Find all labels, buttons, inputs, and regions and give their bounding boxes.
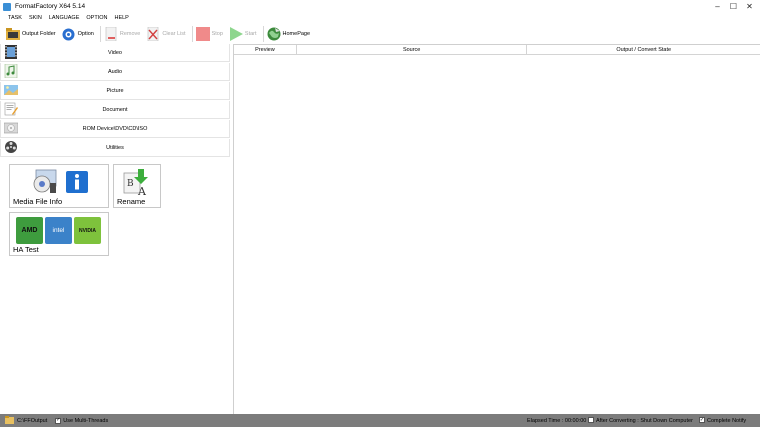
rename-icon: BA	[122, 167, 152, 199]
ha-test-tile[interactable]: AMD intel NVIDIA HA Test	[9, 212, 109, 256]
intel-logo-text: intel	[52, 227, 65, 234]
ha-test-label: HA Test	[13, 245, 39, 254]
category-audio[interactable]: Audio	[0, 63, 230, 81]
info-icon	[66, 171, 88, 195]
category-utilities[interactable]: Utilities	[0, 139, 230, 157]
column-output-state[interactable]: Output / Convert State	[527, 45, 760, 54]
title-bar: FormatFactory X64 5.14	[0, 0, 760, 13]
category-label: Utilities	[106, 144, 124, 151]
homepage-label: HomePage	[282, 31, 311, 37]
menu-task[interactable]: TASK	[8, 15, 22, 21]
media-player-icon	[30, 169, 58, 197]
svg-text:A: A	[137, 185, 147, 197]
amd-logo-text: AMD	[21, 227, 38, 234]
start-button[interactable]: Start	[229, 25, 257, 43]
toolbar-separator	[191, 26, 193, 42]
utilities-reel-icon	[4, 140, 18, 154]
menu-help[interactable]: HELP	[114, 15, 128, 21]
remove-button[interactable]: Remove	[104, 25, 140, 43]
close-button[interactable]: ✕	[742, 0, 757, 13]
nvidia-logo-icon: NVIDIA	[74, 217, 101, 244]
toolbar-separator	[99, 26, 101, 42]
media-file-info-label: Media File Info	[13, 197, 63, 206]
toolbar: Output Folder Option Remove Clear List S…	[0, 24, 760, 44]
category-video[interactable]: Video	[0, 44, 230, 62]
task-list-panel[interactable]: Preview Source Output / Convert State	[233, 44, 760, 414]
after-converting-label: After Converting : Shut Down Computer	[596, 417, 693, 424]
rename-tile[interactable]: BA Rename	[113, 164, 161, 208]
task-list-header: Preview Source Output / Convert State	[234, 45, 760, 55]
stop-label: Stop	[211, 31, 223, 37]
document-icon	[4, 102, 18, 116]
category-label: Audio	[107, 68, 123, 75]
app-icon	[3, 2, 11, 11]
picture-icon	[4, 83, 18, 97]
svg-text:B: B	[127, 179, 134, 189]
use-multi-threads-label: Use Multi-Threads	[63, 417, 109, 424]
category-label: ROM Device\DVD\CD\ISO	[82, 125, 148, 132]
category-rom-device[interactable]: ROM Device\DVD\CD\ISO	[0, 120, 230, 138]
start-icon	[229, 27, 243, 41]
stop-button[interactable]: Stop	[195, 25, 223, 43]
left-panel: Video Audio Picture Document ROM Device\…	[0, 44, 230, 414]
menu-option[interactable]: OPTION	[86, 15, 107, 21]
remove-label: Remove	[119, 31, 141, 37]
option-icon	[62, 27, 76, 41]
option-label: Option	[77, 31, 94, 37]
menu-skin[interactable]: SKIN	[29, 15, 42, 21]
complete-notify-checkbox[interactable]: ✓	[699, 417, 705, 423]
globe-icon	[267, 27, 281, 41]
category-label: Video	[108, 49, 122, 56]
category-label: Picture	[106, 87, 124, 94]
clear-list-icon	[146, 27, 160, 41]
folder-small-icon	[5, 415, 14, 426]
option-button[interactable]: Option	[62, 25, 94, 43]
toolbar-separator	[262, 26, 264, 42]
remove-icon	[104, 27, 118, 41]
music-note-icon	[4, 63, 18, 79]
category-document[interactable]: Document	[0, 101, 230, 119]
rename-label: Rename	[117, 197, 146, 206]
window-title: FormatFactory X64 5.14	[15, 3, 86, 10]
output-folder-label: Output Folder	[22, 31, 56, 37]
folder-icon	[6, 27, 20, 41]
disc-drive-icon	[3, 121, 19, 135]
category-picture[interactable]: Picture	[0, 82, 230, 100]
output-folder-button[interactable]: Output Folder	[6, 25, 56, 43]
after-converting-checkbox[interactable]	[588, 417, 594, 423]
elapsed-time: Elapsed Time : 00:00:00	[527, 417, 587, 424]
maximize-button[interactable]: ☐	[726, 0, 741, 13]
column-preview[interactable]: Preview	[234, 45, 297, 54]
amd-logo-icon: AMD	[16, 217, 43, 244]
start-label: Start	[244, 31, 257, 37]
clear-list-label: Clear List	[162, 31, 186, 37]
menu-language[interactable]: LANGUAGE	[49, 15, 80, 21]
clear-list-button[interactable]: Clear List	[146, 25, 186, 43]
stop-icon	[195, 27, 210, 41]
nvidia-logo-text: NVIDIA	[79, 227, 96, 234]
intel-logo-icon: intel	[45, 217, 72, 244]
use-multi-threads-checkbox[interactable]: ✓	[55, 417, 62, 424]
category-label: Document	[102, 106, 128, 113]
minimize-button[interactable]: –	[710, 0, 725, 13]
media-file-info-tile[interactable]: Media File Info	[9, 164, 109, 208]
menu-bar: TASK SKIN LANGUAGE OPTION HELP	[0, 13, 760, 23]
film-icon	[4, 45, 18, 59]
status-bar: C:\FFOutput ✓ Use Multi-Threads Elapsed …	[0, 414, 760, 427]
column-source[interactable]: Source	[297, 45, 528, 54]
output-path[interactable]: C:\FFOutput	[17, 418, 47, 424]
complete-notify-label: Complete Notify	[707, 417, 747, 424]
homepage-button[interactable]: HomePage	[267, 25, 311, 43]
